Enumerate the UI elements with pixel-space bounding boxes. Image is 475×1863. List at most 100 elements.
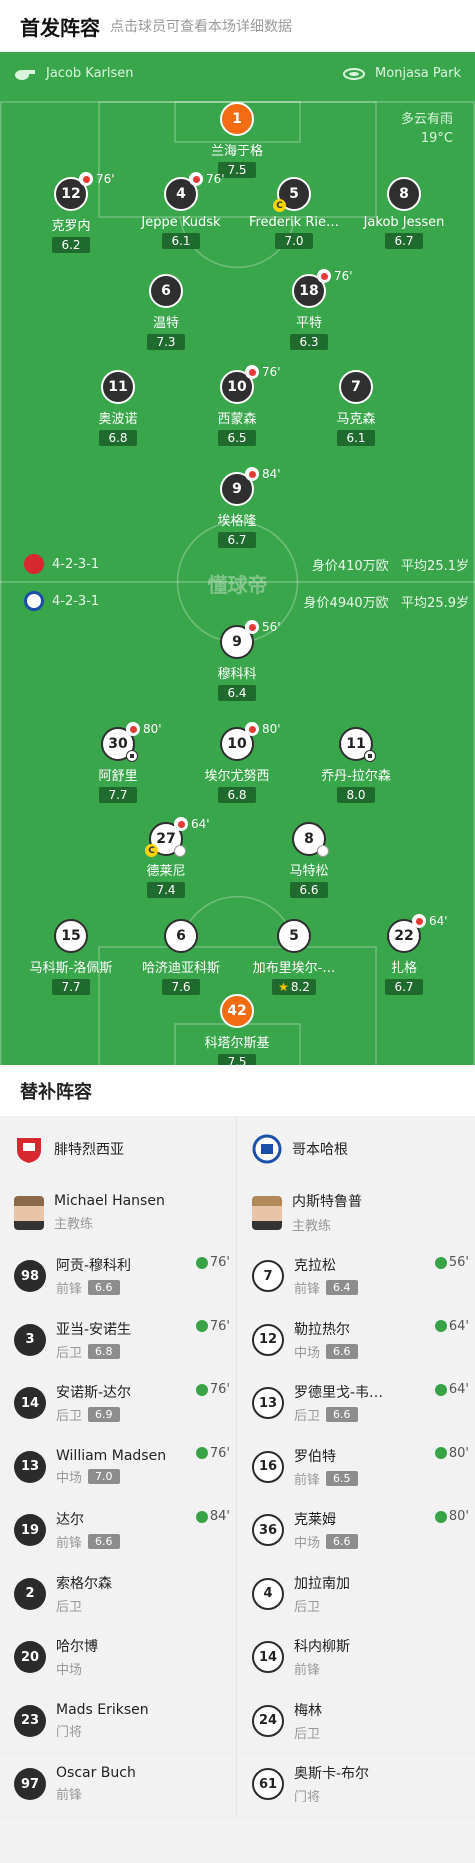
player-home-9[interactable]: 9 84' 埃格隆 6.7 <box>162 467 312 548</box>
coach-avatar <box>252 1195 282 1230</box>
player-rating: 6.6 <box>88 1280 120 1296</box>
player-rating: 6.6 <box>326 1343 358 1359</box>
player-home-gk[interactable]: 1 兰海于格 7.5 <box>162 102 312 178</box>
player-name: Mads Eriksen <box>56 1701 149 1718</box>
player-name: 罗德里戈-韦… <box>294 1385 384 1402</box>
shirt-number: 3 <box>14 1323 46 1356</box>
sub-player-row[interactable]: 97 Oscar Buch 前锋 <box>0 1753 236 1817</box>
player-away-22[interactable]: 22 64' 扎格 6.7 <box>329 914 475 995</box>
coach-name: Michael Hansen <box>54 1193 165 1209</box>
player-name: 穆科科 <box>217 667 257 682</box>
player-rating: 6.6 <box>326 1407 358 1423</box>
shirt-number: 22 64' <box>387 914 448 953</box>
player-away-8[interactable]: 8 马特松 6.6 <box>234 822 384 898</box>
player-name: 平特 <box>295 316 322 331</box>
player-name: 哈尔博 <box>56 1639 98 1656</box>
sub-off-indicator: 84' <box>245 467 281 481</box>
shirt-number: 5 C <box>273 177 311 212</box>
player-away-9[interactable]: 9 56' 穆科科 6.4 <box>162 620 312 701</box>
player-rating: 6.6 <box>290 882 328 898</box>
away-club-name: 哥本哈根 <box>292 1141 348 1158</box>
shirt-number: 4 <box>252 1577 284 1610</box>
sub-on-icon <box>195 1383 208 1396</box>
sub-player-row[interactable]: 13 William Madsen 中场 7.0 76' <box>0 1436 236 1499</box>
player-rating: 6.6 <box>88 1534 120 1550</box>
sub-player-row[interactable]: 7 克拉松 前锋 6.4 56' <box>238 1245 475 1309</box>
coach-role: 主教练 <box>54 1217 94 1232</box>
player-rating: 6.7 <box>385 233 423 249</box>
shirt-number: 6 <box>164 919 198 953</box>
player-name: 克莱姆 <box>294 1512 336 1529</box>
player-name: 达尔 <box>56 1512 84 1529</box>
coach-name: 内斯特鲁普 <box>292 1194 362 1210</box>
player-rating: 6.8 <box>99 430 137 446</box>
player-home-18[interactable]: 18 76' 平特 6.3 <box>234 269 384 350</box>
player-position: 中场 <box>56 1663 83 1679</box>
player-away-27[interactable]: 27 64' C 德莱尼 7.4 <box>91 817 241 898</box>
player-rating: 6.1 <box>162 233 200 249</box>
sub-on-indicator: 80' <box>434 1509 469 1524</box>
player-position: 前锋 <box>294 1472 321 1488</box>
shirt-number: 10 80' <box>220 722 281 761</box>
sub-player-row[interactable]: 16 罗伯特 前锋 6.5 80' <box>238 1436 475 1499</box>
shirt-number: 30 80' <box>101 722 162 762</box>
sub-player-row[interactable]: 12 勒拉热尔 中场 6.6 64' <box>238 1309 475 1372</box>
goal-ball-icon <box>364 750 376 762</box>
player-name: Jakob Jessen <box>363 215 445 230</box>
player-position: 后卫 <box>56 1599 83 1615</box>
away-club-row[interactable]: 哥本哈根 <box>238 1117 475 1181</box>
player-name: 梅林 <box>294 1702 322 1719</box>
shirt-number: 8 <box>387 177 421 211</box>
sub-player-row[interactable]: 13 罗德里戈-韦… 后卫 6.6 64' <box>238 1372 475 1436</box>
sub-player-row[interactable]: 36 克莱姆 中场 6.6 80' <box>238 1499 475 1563</box>
player-home-6[interactable]: 6 温特 7.3 <box>91 274 241 350</box>
player-rating: 7.5 <box>218 1054 256 1065</box>
sub-player-row[interactable]: 23 Mads Eriksen 门将 <box>0 1690 236 1753</box>
shirt-number: 10 76' <box>220 365 281 404</box>
player-name: 罗伯特 <box>294 1448 336 1465</box>
sub-off-icon <box>412 914 426 928</box>
assist-boot-icon <box>174 845 186 857</box>
player-name: 安诺斯-达尔 <box>56 1385 132 1402</box>
shirt-number: 13 <box>252 1387 284 1420</box>
sub-player-row[interactable]: 4 加拉南加 后卫 <box>238 1563 475 1626</box>
sub-player-row[interactable]: 20 哈尔博 中场 <box>0 1626 236 1690</box>
assist-boot-icon <box>317 845 329 857</box>
player-name: William Madsen <box>56 1447 167 1464</box>
sub-on-icon <box>434 1383 447 1396</box>
player-home-8[interactable]: 8 Jakob Jessen 6.7 <box>329 177 475 249</box>
sub-player-row[interactable]: 24 梅林 后卫 <box>238 1690 475 1753</box>
player-away-gk[interactable]: 42 科塔尔斯基 7.5 <box>162 994 312 1065</box>
player-position: 前锋 <box>56 1536 83 1552</box>
sub-on-icon <box>434 1510 447 1523</box>
sub-player-row[interactable]: 3 亚当-安诺生 后卫 6.8 76' <box>0 1309 236 1372</box>
sub-player-row[interactable]: 61 奥斯卡-布尔 门将 <box>238 1753 475 1817</box>
shirt-number: 23 <box>14 1704 46 1737</box>
sub-off-indicator: 80' <box>245 722 281 736</box>
sub-player-row[interactable]: 14 科内柳斯 前锋 <box>238 1626 475 1690</box>
away-coach[interactable]: 内斯特鲁普 主教练 <box>238 1181 475 1245</box>
sub-player-row[interactable]: 19 达尔 前锋 6.6 84' <box>0 1499 236 1563</box>
home-club-row[interactable]: 腓特烈西亚 <box>0 1117 236 1181</box>
sub-player-row[interactable]: 14 安诺斯-达尔 后卫 6.9 76' <box>0 1372 236 1436</box>
player-rating: 7.0 <box>275 233 313 249</box>
home-coach[interactable]: Michael Hansen 主教练 <box>0 1181 236 1245</box>
shirt-number: 42 <box>220 994 254 1028</box>
home-subs-column: 腓特烈西亚 Michael Hansen 主教练 98 阿贡-穆科利 前锋 6.6 7… <box>0 1117 237 1817</box>
shirt-number: 2 <box>14 1577 46 1610</box>
player-rating: 6.5 <box>326 1470 358 1486</box>
player-position: 后卫 <box>294 1726 321 1742</box>
player-away-11[interactable]: 11 乔丹-拉尔森 8.0 <box>281 727 431 803</box>
shirt-number: 12 76' <box>54 172 115 211</box>
referee-name: Jacob Karlsen <box>46 66 134 81</box>
sub-on-icon <box>434 1256 447 1269</box>
sub-on-indicator: 76' <box>195 1255 230 1270</box>
player-home-7[interactable]: 7 马克森 6.1 <box>281 370 431 446</box>
away-team-age: 平均25.9岁 <box>401 595 469 611</box>
player-position: 中场 <box>294 1345 321 1361</box>
player-position: 前锋 <box>56 1282 83 1298</box>
weather: 多云有雨 19°C <box>401 110 453 148</box>
sub-player-row[interactable]: 98 阿贡-穆科利 前锋 6.6 76' <box>0 1245 236 1309</box>
sub-player-row[interactable]: 2 索格尔森 后卫 <box>0 1563 236 1626</box>
shirt-number: 98 <box>14 1260 46 1293</box>
